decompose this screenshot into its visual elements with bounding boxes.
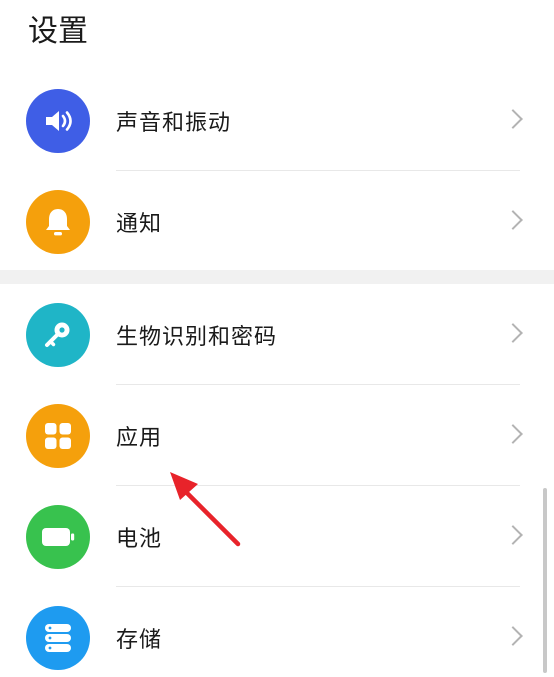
speaker-icon — [46, 110, 72, 131]
settings-item-label: 声音和振动 — [116, 110, 232, 136]
settings-item-sound-vibration[interactable]: 声音和振动 — [0, 70, 554, 171]
group-separator — [0, 270, 554, 284]
settings-item-notifications[interactable]: 通知 — [0, 171, 554, 272]
chevron-right-icon — [503, 524, 523, 545]
settings-item-label: 存储 — [116, 627, 163, 653]
sound-icon-badge — [26, 88, 90, 153]
settings-item-storage[interactable]: 存储 — [0, 587, 554, 677]
settings-item-label: 生物识别和密码 — [116, 324, 278, 350]
chevron-right-icon — [503, 209, 523, 230]
storage-icon — [45, 623, 71, 652]
key-icon — [45, 322, 70, 347]
storage-icon-badge — [26, 605, 90, 670]
settings-screen: 设置 声音和振动 通知 生物识别和密码 应用 电池 存储 — [0, 0, 554, 677]
scrollbar[interactable] — [543, 488, 547, 673]
settings-group-2: 生物识别和密码 应用 电池 存储 — [0, 284, 554, 677]
settings-item-battery[interactable]: 电池 — [0, 486, 554, 587]
apps-grid-icon — [45, 422, 71, 449]
apps-icon-badge — [26, 403, 90, 468]
settings-item-label: 应用 — [116, 425, 163, 451]
page-title: 设置 — [28, 14, 88, 49]
chevron-right-icon — [503, 108, 523, 129]
settings-group-1: 声音和振动 通知 — [0, 70, 554, 272]
settings-item-label: 通知 — [116, 211, 163, 237]
chevron-right-icon — [503, 322, 523, 343]
biometrics-icon-badge — [26, 302, 90, 367]
chevron-right-icon — [503, 625, 523, 646]
bell-icon — [46, 208, 70, 235]
settings-item-apps[interactable]: 应用 — [0, 385, 554, 486]
settings-item-label: 电池 — [116, 526, 163, 552]
settings-item-biometrics-password[interactable]: 生物识别和密码 — [0, 284, 554, 385]
battery-icon-badge — [26, 504, 90, 569]
notifications-icon-badge — [26, 189, 90, 254]
chevron-right-icon — [503, 423, 523, 444]
battery-icon — [42, 527, 75, 546]
